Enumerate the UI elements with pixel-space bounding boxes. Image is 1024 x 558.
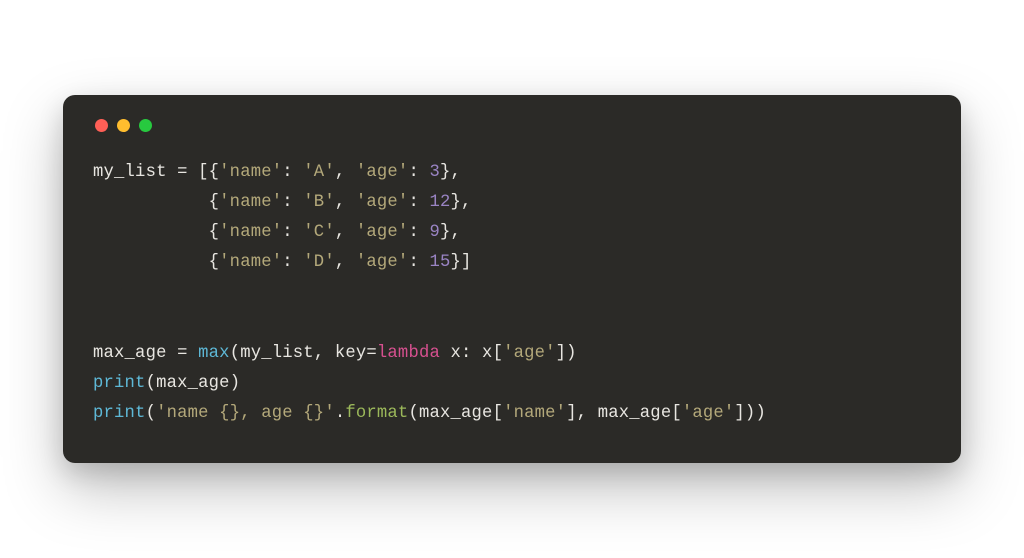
code-token: 'age' xyxy=(356,193,409,212)
code-token: 'name' xyxy=(219,253,282,272)
code-token: }, xyxy=(451,193,472,212)
code-token: (my_list, key= xyxy=(230,344,377,363)
code-token: }, xyxy=(440,223,461,242)
code-token: (max_age) xyxy=(146,374,241,393)
code-token: my_list = [{ xyxy=(93,163,219,182)
code-token: 'name' xyxy=(219,163,282,182)
code-token: }, xyxy=(440,163,461,182)
code-token: (max_age[ xyxy=(408,404,503,423)
code-token: 'age' xyxy=(682,404,735,423)
code-block: my_list = [{'name': 'A', 'age': 3}, {'na… xyxy=(93,158,931,429)
code-token: }] xyxy=(451,253,472,272)
window-controls xyxy=(95,119,931,132)
code-token: : xyxy=(282,223,303,242)
code-token: print xyxy=(93,404,146,423)
code-window: my_list = [{'name': 'A', 'age': 3}, {'na… xyxy=(63,95,961,463)
code-line: max_age = max(my_list, key=lambda x: x['… xyxy=(93,344,577,363)
code-token: 12 xyxy=(429,193,450,212)
code-token: format xyxy=(345,404,408,423)
code-token: 'name' xyxy=(219,193,282,212)
code-token: 'D' xyxy=(303,253,335,272)
code-token: , xyxy=(335,253,356,272)
code-token: 'B' xyxy=(303,193,335,212)
close-icon[interactable] xyxy=(95,119,108,132)
code-token: , xyxy=(335,193,356,212)
code-token: : xyxy=(282,253,303,272)
code-token: : xyxy=(282,163,303,182)
code-token: { xyxy=(93,193,219,212)
maximize-icon[interactable] xyxy=(139,119,152,132)
code-token: max xyxy=(198,344,230,363)
code-token: 'age' xyxy=(356,163,409,182)
minimize-icon[interactable] xyxy=(117,119,130,132)
code-token: { xyxy=(93,253,219,272)
code-token: 3 xyxy=(429,163,440,182)
code-token: 9 xyxy=(429,223,440,242)
code-line: print(max_age) xyxy=(93,374,240,393)
code-token: 'name' xyxy=(503,404,566,423)
code-token: : xyxy=(408,193,429,212)
code-token: 'name {}, age {}' xyxy=(156,404,335,423)
code-token: x: x[ xyxy=(440,344,503,363)
code-token: ]) xyxy=(556,344,577,363)
code-line: {'name': 'C', 'age': 9}, xyxy=(93,223,461,242)
code-token: , xyxy=(335,223,356,242)
code-token: 'A' xyxy=(303,163,335,182)
code-line: print('name {}, age {}'.format(max_age['… xyxy=(93,404,766,423)
code-token: max_age = xyxy=(93,344,198,363)
code-token: 'age' xyxy=(356,253,409,272)
code-token: 'age' xyxy=(503,344,556,363)
code-token: : xyxy=(408,253,429,272)
code-token: 'name' xyxy=(219,223,282,242)
code-token: ( xyxy=(146,404,157,423)
code-token: 15 xyxy=(429,253,450,272)
code-token: , xyxy=(335,163,356,182)
code-token: print xyxy=(93,374,146,393)
code-token: lambda xyxy=(377,344,440,363)
code-token: : xyxy=(408,223,429,242)
code-line: {'name': 'B', 'age': 12}, xyxy=(93,193,472,212)
code-token: : xyxy=(408,163,429,182)
code-token: : xyxy=(282,193,303,212)
code-token: { xyxy=(93,223,219,242)
code-token: 'C' xyxy=(303,223,335,242)
code-token: ], max_age[ xyxy=(566,404,682,423)
code-token: ])) xyxy=(734,404,766,423)
code-token: 'age' xyxy=(356,223,409,242)
code-line: {'name': 'D', 'age': 15}] xyxy=(93,253,472,272)
code-token: . xyxy=(335,404,346,423)
code-line: my_list = [{'name': 'A', 'age': 3}, xyxy=(93,163,461,182)
